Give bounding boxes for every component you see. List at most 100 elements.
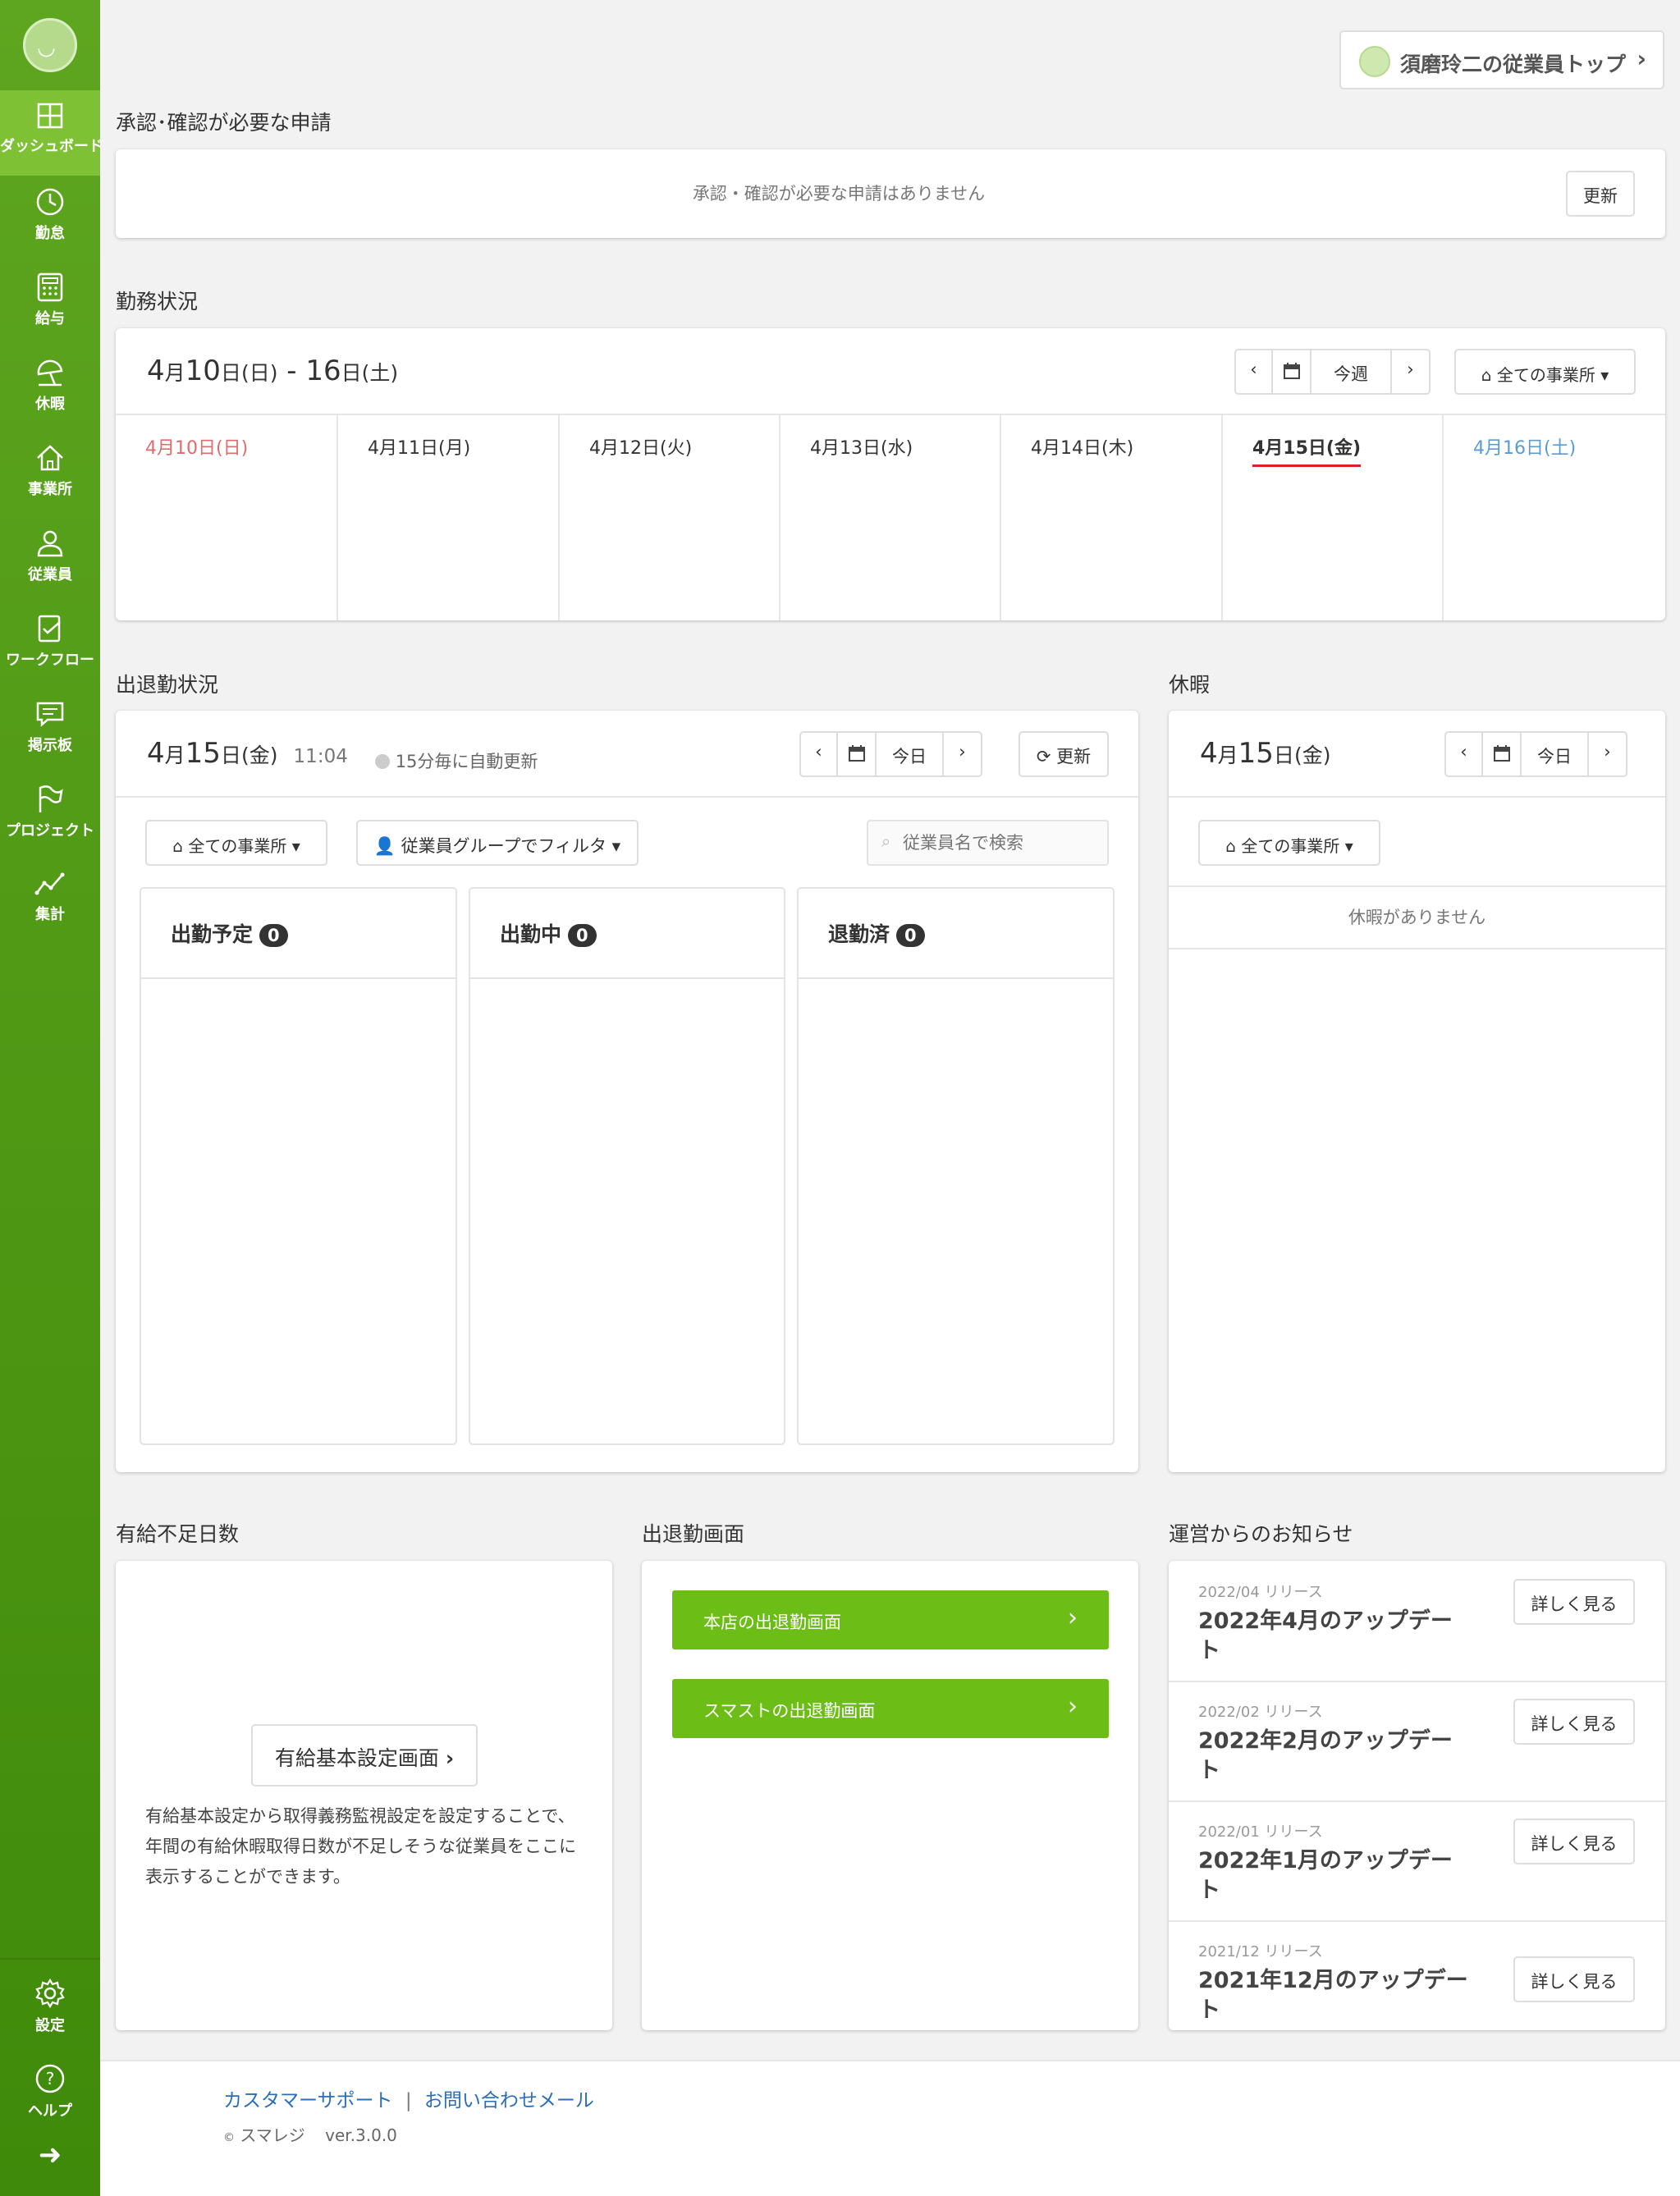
vac-weekday: (金) (1293, 743, 1331, 767)
sidebar-item-report[interactable]: 集計 (0, 858, 100, 944)
att-time: 11:04 (293, 746, 348, 767)
news-detail-button[interactable]: 詳しく見る (1513, 1699, 1635, 1745)
day-column-thu[interactable]: 4月14日(木) (1001, 414, 1223, 620)
chevron-right-icon: › (1068, 1604, 1078, 1632)
auto-refresh-text: 15分毎に自動更新 (395, 752, 538, 771)
vacation-office-dropdown[interactable]: ⌂ 全ての事業所 ▾ (1198, 820, 1380, 866)
day-prev-button[interactable]: ‹ (799, 731, 838, 777)
day-calendar-button[interactable] (836, 731, 877, 777)
vacation-next-button[interactable]: › (1587, 731, 1627, 777)
customer-support-link[interactable]: カスタマーサポート (223, 2090, 393, 2111)
sidebar-item-help[interactable]: ? ヘルプ (0, 2052, 100, 2137)
flag-icon (39, 785, 63, 812)
sidebar-settings-label: 設定 (35, 2017, 65, 2034)
this-week-button[interactable]: 今週 (1310, 349, 1392, 395)
week-next-button[interactable]: › (1390, 349, 1431, 395)
paid-section-title: 有給不足日数 (116, 1522, 240, 1546)
chevron-left-icon: ‹ (815, 742, 822, 762)
pie-timer-icon (375, 754, 390, 769)
approval-empty-text: 承認・確認が必要な申請はありません (692, 184, 986, 204)
day-column-wed[interactable]: 4月13日(水) (780, 414, 1001, 620)
home-icon: ⌂ (1481, 365, 1492, 385)
range-day-kanji: 日 (341, 361, 362, 385)
working-column: 出勤中 0 (469, 887, 785, 1445)
contact-mail-link[interactable]: お問い合わせメール (424, 2090, 594, 2111)
att-day: 15 (185, 737, 221, 770)
home-icon: ⌂ (1225, 836, 1236, 856)
sidebar-item-attendance[interactable]: 勤怠 (0, 176, 100, 261)
smile-logo-icon: ◡ (37, 35, 56, 60)
caret-down-icon: ▾ (1600, 365, 1609, 385)
week-prev-button[interactable]: ‹ (1234, 349, 1273, 395)
vacation-prev-button[interactable]: ‹ (1444, 731, 1483, 777)
sidebar-item-dashboard[interactable]: ダッシュボード (0, 90, 103, 176)
employee-search-input[interactable] (903, 830, 1100, 856)
range-end-day: 16 (305, 355, 341, 387)
day-column-sat[interactable]: 4月16日(土) (1444, 414, 1664, 620)
attendance-refresh-button[interactable]: ⟳ 更新 (1019, 731, 1109, 777)
chat-icon (36, 702, 64, 727)
employee-top-button[interactable]: 須磨玲二の従業員トップ › (1339, 30, 1664, 89)
attendance-office-label: 全ての事業所 (188, 836, 287, 856)
attendance-header-divider (116, 796, 1138, 798)
employee-group-filter-dropdown[interactable]: 👤 従業員グループでフィルタ ▾ (356, 820, 639, 866)
sidebar-item-project[interactable]: プロジェクト (0, 773, 100, 858)
range-day-kanji: 日 (220, 361, 241, 385)
vacation-calendar-button[interactable] (1481, 731, 1522, 777)
today-label: 4月15日(金) (1252, 433, 1362, 467)
group-filter-label: 従業員グループでフィルタ (401, 836, 607, 856)
day-column-mon[interactable]: 4月11日(月) (338, 414, 560, 620)
refresh-label: 更新 (1056, 747, 1092, 766)
news-release-date: 2022/02 リリース (1198, 1704, 1323, 1721)
attendance-office-dropdown[interactable]: ⌂ 全ての事業所 ▾ (145, 820, 327, 866)
office-filter-dropdown[interactable]: ⌂ 全ての事業所 ▾ (1454, 349, 1636, 395)
vacation-today-button[interactable]: 今日 (1520, 731, 1589, 777)
chevron-right-icon: › (1604, 742, 1611, 762)
approval-refresh-button[interactable]: 更新 (1566, 171, 1635, 217)
sidebar-item-employee[interactable]: 従業員 (0, 517, 100, 602)
working-column-header: 出勤中 0 (470, 889, 784, 979)
sidebar-expand-icon[interactable]: ➜ (0, 2139, 100, 2171)
sidebar-item-payroll[interactable]: 給与 (0, 261, 100, 346)
smast-clock-button[interactable]: スマストの出退勤画面 › (672, 1679, 1109, 1738)
sidebar-item-vacation[interactable]: 休暇 (0, 346, 100, 432)
app-logo[interactable]: ◡ (23, 18, 77, 72)
day-column-sun[interactable]: 4月10日(日) (116, 414, 338, 620)
employee-search-field[interactable]: ⌕ (867, 820, 1109, 866)
clock-icon (36, 188, 64, 216)
sidebar-item-board[interactable]: 掲示板 (0, 688, 100, 773)
news-detail-button[interactable]: 詳しく見る (1513, 1579, 1635, 1625)
today-button[interactable]: 今日 (875, 731, 944, 777)
news-detail-button[interactable]: 詳しく見る (1513, 1819, 1635, 1864)
sidebar-item-label: 掲示板 (28, 737, 72, 754)
sidebar-help-label: ヘルプ (28, 2102, 72, 2120)
approval-card: 承認・確認が必要な申請はありません 更新 (116, 149, 1665, 238)
day-next-button[interactable]: › (942, 731, 982, 777)
chart-icon (34, 872, 65, 895)
workflow-icon (38, 615, 61, 643)
sidebar-item-label: プロジェクト (6, 822, 94, 840)
chevron-right-icon: › (959, 742, 966, 762)
chevron-right-icon: › (445, 1746, 455, 1770)
news-detail-button[interactable]: 詳しく見る (1513, 1956, 1635, 2002)
news-title: 2022年2月のアップデート (1198, 1728, 1453, 1783)
week-calendar-button[interactable] (1271, 349, 1311, 395)
sidebar-item-settings[interactable]: 設定 (0, 1966, 100, 2052)
day-column-fri-today[interactable]: 4月15日(金) (1223, 414, 1444, 620)
office-filter-label: 全ての事業所 (1496, 365, 1595, 385)
news-release-date: 2022/01 リリース (1198, 1823, 1323, 1841)
sidebar-item-office[interactable]: 事業所 (0, 432, 100, 517)
paid-settings-button[interactable]: 有給基本設定画面 › (251, 1724, 478, 1787)
home-icon (37, 445, 63, 471)
smast-clock-label: スマストの出退勤画面 (703, 1701, 876, 1721)
range-month-kanji: 月 (164, 361, 185, 385)
day-column-tue[interactable]: 4月12日(火) (560, 414, 780, 620)
vacation-filter-divider (1169, 885, 1665, 887)
footer-separator: | (405, 2090, 412, 2111)
scheduled-column: 出勤予定 0 (140, 887, 457, 1445)
sidebar-item-workflow[interactable]: ワークフロー (0, 602, 100, 688)
att-day-kanji: 日 (220, 743, 241, 767)
range-end-weekday: (土) (361, 361, 399, 385)
sidebar: ◡ ダッシュボード 勤怠 給与 休暇 事業所 従業員 ワークフロー 掲示板 プロ… (0, 0, 103, 2196)
main-store-clock-button[interactable]: 本店の出退勤画面 › (672, 1590, 1109, 1649)
